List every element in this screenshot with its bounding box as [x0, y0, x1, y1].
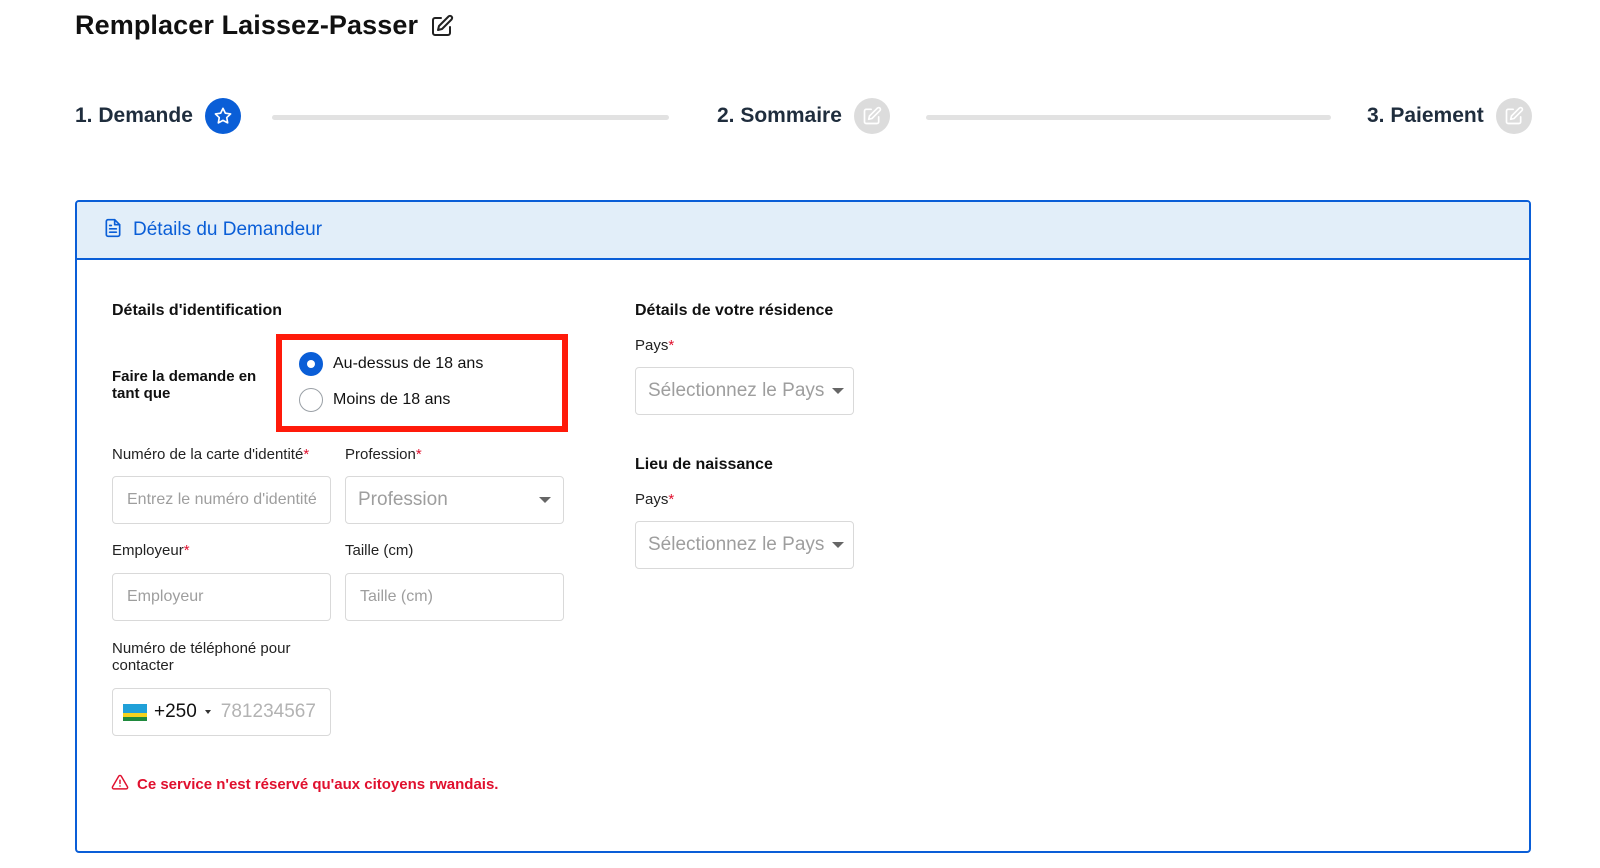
- profession-label: Profession*: [345, 446, 422, 463]
- phone-input[interactable]: [220, 701, 321, 723]
- profession-select[interactable]: Profession: [345, 476, 564, 524]
- birthplace-country-select[interactable]: Sélectionnez le Pays: [635, 521, 854, 569]
- radio-label: Au-dessus de 18 ans: [333, 355, 484, 372]
- caret-down-icon: [832, 542, 845, 548]
- step-label: 2. Sommaire: [717, 104, 842, 127]
- step-demande[interactable]: 1. Demande: [75, 98, 241, 134]
- employer-label: Employeur*: [112, 542, 190, 559]
- required-mark: *: [183, 542, 190, 559]
- radio-label: Moins de 18 ans: [333, 391, 451, 408]
- card-header-title: Détails du Demandeur: [133, 219, 323, 240]
- document-icon: [103, 217, 123, 244]
- required-mark: *: [415, 446, 422, 463]
- phone-label: Numéro de téléphoné pour contacter: [112, 640, 291, 674]
- card-header: Détails du Demandeur: [77, 202, 1529, 260]
- employer-input[interactable]: [112, 573, 331, 621]
- edit-icon: [853, 98, 890, 134]
- caret-down-icon: [832, 388, 845, 394]
- edit-title-icon[interactable]: [430, 14, 454, 38]
- step-connector: [272, 115, 669, 120]
- residence-country-select[interactable]: Sélectionnez le Pays: [635, 367, 854, 415]
- identification-title: Détails d'identification: [112, 302, 283, 319]
- warning-text: Ce service n'est réservé qu'aux citoyens…: [137, 776, 499, 793]
- rwanda-flag-icon[interactable]: [123, 703, 147, 721]
- birthplace-title: Lieu de naissance: [635, 456, 773, 473]
- edit-icon: [1495, 98, 1532, 134]
- radio-button[interactable]: [299, 388, 323, 412]
- step-paiement[interactable]: 3. Paiement: [1367, 98, 1532, 134]
- residence-country-label: Pays*: [635, 337, 675, 354]
- birthplace-country-label: Pays*: [635, 491, 675, 508]
- caret-down-icon: [539, 497, 551, 503]
- radio-option-under-18[interactable]: Moins de 18 ans: [299, 388, 450, 412]
- page-title-row: Remplacer Laissez-Passer: [75, 10, 454, 41]
- radio-option-over-18[interactable]: Au-dessus de 18 ans: [299, 352, 483, 376]
- step-label: 1. Demande: [75, 104, 193, 127]
- id-card-label: Numéro de la carte d'identité*: [112, 446, 310, 463]
- progress-stepper: 1. Demande 2. Sommaire 3. Paiement: [75, 98, 1535, 136]
- star-icon: [204, 98, 241, 134]
- required-mark: *: [303, 446, 310, 463]
- required-mark: *: [668, 337, 675, 354]
- country-placeholder: Sélectionnez le Pays: [648, 534, 825, 555]
- radio-button-checked[interactable]: [299, 352, 323, 376]
- id-card-input[interactable]: [112, 476, 331, 524]
- profession-placeholder: Profession: [358, 489, 448, 510]
- required-mark: *: [668, 491, 675, 508]
- height-label: Taille (cm): [345, 542, 414, 559]
- step-label: 3. Paiement: [1367, 104, 1484, 127]
- phone-field[interactable]: +250: [112, 688, 331, 736]
- residence-title: Détails de votre résidence: [635, 302, 834, 319]
- dial-code[interactable]: +250: [154, 701, 197, 723]
- step-connector: [926, 115, 1331, 120]
- apply-as-label: Faire la demande en tant que: [112, 368, 257, 402]
- step-sommaire[interactable]: 2. Sommaire: [717, 98, 890, 134]
- citizenship-warning: Ce service n'est réservé qu'aux citoyens…: [111, 774, 498, 795]
- warning-icon: [111, 774, 129, 795]
- country-placeholder: Sélectionnez le Pays: [648, 380, 825, 401]
- page-title: Remplacer Laissez-Passer: [75, 10, 419, 40]
- caret-down-icon[interactable]: [204, 710, 211, 714]
- height-input[interactable]: [345, 573, 564, 621]
- age-group-highlight: Au-dessus de 18 ans Moins de 18 ans: [276, 334, 568, 432]
